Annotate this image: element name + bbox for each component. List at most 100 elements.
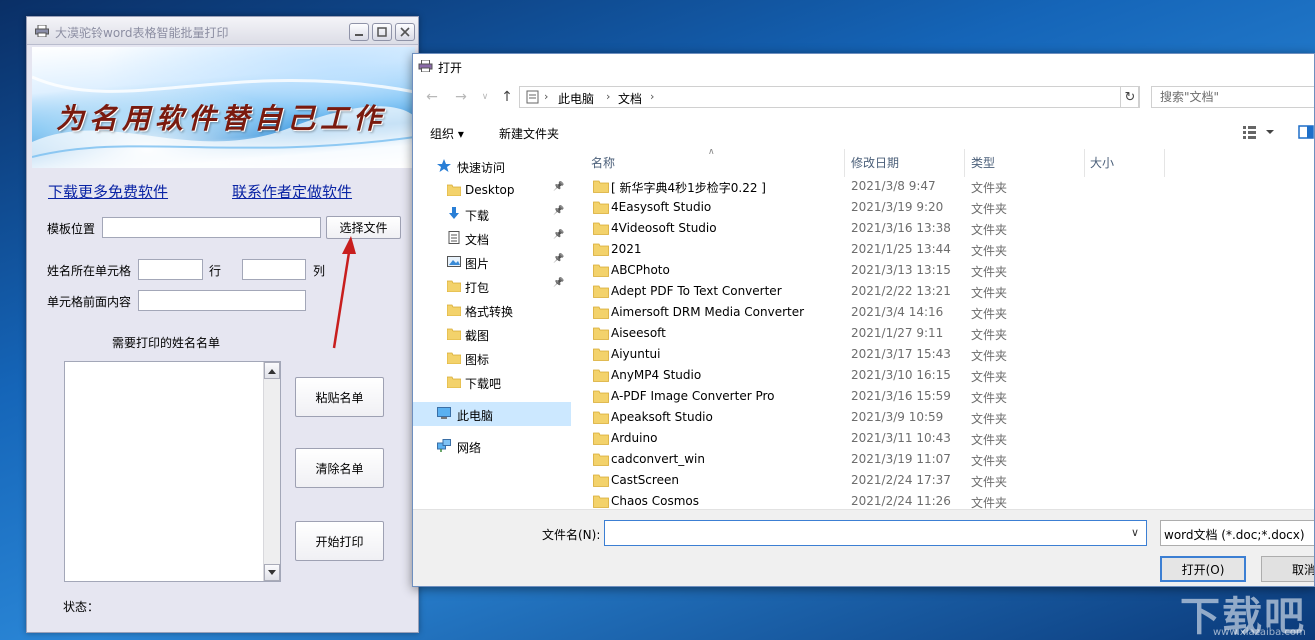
paste-list-button[interactable]: 粘贴名单 — [295, 377, 384, 417]
vertical-scrollbar[interactable] — [263, 362, 280, 581]
up-arrow-icon[interactable]: ↑ — [499, 89, 515, 105]
nav-item[interactable]: 下载 📌 — [413, 202, 571, 226]
download-more-link[interactable]: 下载更多免费软件 — [48, 181, 168, 202]
nav-item[interactable]: 打包 📌 — [413, 274, 571, 298]
file-name: Apeaksoft Studio — [611, 410, 713, 424]
nav-item[interactable]: 此电脑 — [413, 402, 571, 426]
file-row[interactable]: AnyMP4 Studio 2021/3/10 16:15 文件夹 — [583, 365, 1314, 386]
file-row[interactable]: Chaos Cosmos 2021/2/24 11:26 文件夹 — [583, 491, 1314, 511]
column-type[interactable]: 类型 — [971, 154, 995, 171]
computer-icon — [437, 407, 451, 419]
dialog-titlebar[interactable]: 打开 — [413, 54, 1314, 80]
file-name: Aimersoft DRM Media Converter — [611, 305, 805, 319]
file-row[interactable]: Aiyuntui 2021/3/17 15:43 文件夹 — [583, 344, 1314, 365]
prefix-label: 单元格前面内容 — [47, 295, 132, 309]
clear-list-button[interactable]: 清除名单 — [295, 448, 384, 488]
refresh-button[interactable]: ↻ — [1120, 86, 1140, 108]
row-input[interactable] — [138, 259, 203, 280]
maximize-button[interactable] — [372, 23, 392, 41]
column-divider[interactable] — [844, 149, 845, 177]
column-date[interactable]: 修改日期 — [851, 154, 899, 171]
column-input[interactable] — [242, 259, 306, 280]
contact-author-link[interactable]: 联系作者定做软件 — [232, 181, 352, 202]
annotation-arrow — [332, 236, 356, 349]
address-bar[interactable]: › 此电脑 › 文档 › ∨ — [519, 86, 1218, 108]
nav-item[interactable]: Desktop 📌 — [413, 178, 571, 202]
column-label: 列 — [313, 264, 326, 278]
file-row[interactable]: 4Videosoft Studio 2021/3/16 13:38 文件夹 — [583, 218, 1314, 239]
file-type: 文件夹 — [971, 433, 1008, 447]
file-type: 文件夹 — [971, 223, 1008, 237]
pin-icon[interactable]: 📌 — [553, 206, 564, 216]
filename-input[interactable] — [604, 520, 1147, 546]
column-divider[interactable] — [1164, 149, 1165, 177]
file-row[interactable]: A-PDF Image Converter Pro 2021/3/16 15:59… — [583, 386, 1314, 407]
breadcrumb-this-pc[interactable]: 此电脑 — [558, 90, 594, 107]
column-name[interactable]: 名称 — [591, 154, 615, 171]
new-folder-button[interactable]: 新建文件夹 — [499, 125, 559, 142]
app-titlebar[interactable]: 大漠驼铃word表格智能批量打印 — [27, 17, 418, 45]
name-list-textarea[interactable] — [64, 361, 281, 582]
nav-item-label: 图片 — [465, 257, 490, 271]
nav-item[interactable]: 截图 — [413, 322, 571, 346]
file-row[interactable]: Adept PDF To Text Converter 2021/2/22 13:… — [583, 281, 1314, 302]
banner-slogan: 为名用软件替自己工作 — [56, 102, 387, 135]
prefix-input[interactable] — [138, 290, 306, 311]
nav-item[interactable]: 图标 — [413, 346, 571, 370]
file-row[interactable]: [ 新华字典4秒1步检字0.22 ] 2021/3/8 9:47 文件夹 — [583, 176, 1314, 197]
nav-item[interactable]: 下载吧 — [413, 370, 571, 394]
file-row[interactable]: Aimersoft DRM Media Converter 2021/3/4 14… — [583, 302, 1314, 323]
file-type: 文件夹 — [971, 475, 1008, 489]
cancel-button[interactable]: 取消 — [1261, 556, 1314, 582]
filename-dropdown-icon[interactable]: ∨ — [1131, 526, 1139, 539]
file-row[interactable]: Apeaksoft Studio 2021/3/9 10:59 文件夹 — [583, 407, 1314, 428]
preview-pane-icon[interactable] — [1298, 125, 1314, 139]
scroll-up-button[interactable] — [264, 362, 280, 379]
forward-arrow-icon[interactable]: → — [453, 89, 469, 105]
view-options-icon[interactable] — [1242, 125, 1276, 139]
file-row[interactable]: Arduino 2021/3/11 10:43 文件夹 — [583, 428, 1314, 449]
column-divider[interactable] — [964, 149, 965, 177]
file-date: 2021/3/16 15:59 — [851, 389, 951, 403]
file-date: 2021/3/8 9:47 — [851, 179, 936, 193]
file-row[interactable]: cadconvert_win 2021/3/19 11:07 文件夹 — [583, 449, 1314, 470]
recent-locations-chevron-icon[interactable]: ∨ — [477, 89, 493, 105]
breadcrumb-documents[interactable]: 文档 — [618, 90, 642, 107]
file-date: 2021/3/4 14:16 — [851, 305, 944, 319]
search-input[interactable] — [1152, 87, 1312, 107]
nav-item[interactable]: 文档 📌 — [413, 226, 571, 250]
file-row[interactable]: Aiseesoft 2021/1/27 9:11 文件夹 — [583, 323, 1314, 344]
filename-label: 文件名(N): — [542, 528, 601, 542]
column-size[interactable]: 大小 — [1090, 154, 1114, 171]
file-date: 2021/3/9 10:59 — [851, 410, 944, 424]
file-name: Chaos Cosmos — [611, 494, 700, 508]
file-row[interactable]: 4Easysoft Studio 2021/3/19 9:20 文件夹 — [583, 197, 1314, 218]
nav-item[interactable]: 网络 — [413, 434, 571, 458]
nav-item[interactable]: 快速访问 — [413, 154, 571, 178]
pin-icon[interactable]: 📌 — [553, 278, 564, 288]
column-divider[interactable] — [1084, 149, 1085, 177]
pin-icon[interactable]: 📌 — [553, 230, 564, 240]
breadcrumb-separator: › — [650, 90, 655, 103]
close-button[interactable] — [395, 23, 415, 41]
back-arrow-icon[interactable]: ← — [424, 89, 440, 105]
folder-icon — [593, 432, 609, 445]
pin-icon[interactable]: 📌 — [553, 254, 564, 264]
organize-menu[interactable]: 组织 ▾ — [430, 125, 464, 142]
scroll-down-button[interactable] — [264, 564, 280, 581]
file-row[interactable]: ABCPhoto 2021/3/13 13:15 文件夹 — [583, 260, 1314, 281]
folder-icon — [593, 453, 609, 466]
start-print-button[interactable]: 开始打印 — [295, 521, 384, 561]
nav-item[interactable]: 格式转换 — [413, 298, 571, 322]
filetype-select[interactable]: word文档 (*.doc;*.docx) — [1160, 520, 1314, 546]
file-row[interactable]: 2021 2021/1/25 13:44 文件夹 — [583, 239, 1314, 260]
pin-icon[interactable]: 📌 — [553, 182, 564, 192]
file-row[interactable]: CastScreen 2021/2/24 17:37 文件夹 — [583, 470, 1314, 491]
nav-item[interactable]: 图片 📌 — [413, 250, 571, 274]
file-name: A-PDF Image Converter Pro — [611, 389, 775, 403]
search-box[interactable] — [1151, 86, 1314, 108]
template-path-input[interactable] — [102, 217, 321, 238]
minimize-button[interactable] — [349, 23, 369, 41]
refresh-icon: ↻ — [1124, 89, 1136, 105]
open-button[interactable]: 打开(O) — [1160, 556, 1246, 582]
